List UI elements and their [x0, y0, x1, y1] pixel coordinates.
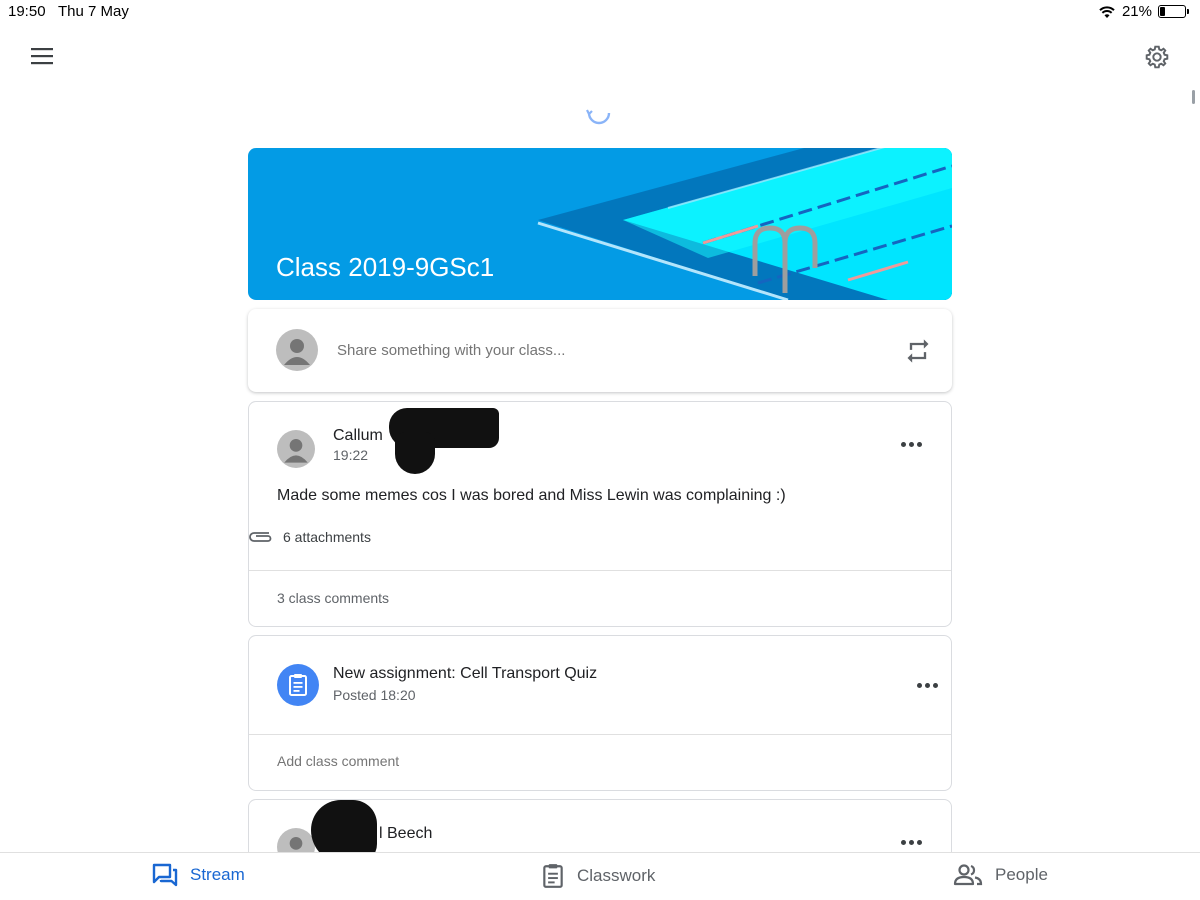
post-author[interactable]: l Beech	[379, 825, 432, 843]
nav-stream-label: Stream	[190, 865, 245, 884]
nav-classwork[interactable]: Classwork	[541, 863, 655, 889]
post-author[interactable]: Callum	[333, 427, 383, 445]
menu-icon	[31, 48, 53, 65]
repost-icon[interactable]	[904, 337, 932, 365]
status-date: Thu 7 May	[58, 3, 129, 20]
user-avatar-icon	[284, 439, 308, 463]
class-banner[interactable]: Class 2019-9GSc1	[248, 148, 952, 300]
status-indicators: 21%	[1098, 3, 1189, 20]
post-options-button[interactable]	[895, 432, 927, 456]
post-card: Callum 19:22 Made some memes cos I was b…	[248, 401, 952, 627]
share-card[interactable]	[248, 309, 952, 392]
status-time: 19:50	[8, 3, 46, 20]
user-avatar-icon	[284, 339, 310, 365]
battery-icon	[1158, 5, 1189, 18]
avatar	[276, 329, 318, 371]
nav-classwork-label: Classwork	[577, 866, 656, 885]
nav-stream[interactable]: Stream	[152, 863, 245, 887]
avatar[interactable]	[277, 430, 315, 468]
assignment-card[interactable]: New assignment: Cell Transport Quiz Post…	[248, 635, 952, 791]
add-class-comment-input[interactable]	[277, 753, 677, 769]
nav-people[interactable]: People	[953, 863, 1048, 887]
battery-percent: 21%	[1121, 3, 1152, 20]
stream-icon	[152, 863, 178, 887]
bottom-navigation: Stream Classwork People	[0, 852, 1200, 900]
post-body: Made some memes cos I was bored and Miss…	[277, 487, 786, 504]
assignment-posted-time: Posted 18:20	[333, 687, 416, 703]
redaction-mark	[395, 432, 435, 474]
divider	[249, 734, 951, 735]
people-icon	[953, 864, 983, 886]
nav-people-label: People	[995, 865, 1048, 884]
paperclip-icon	[249, 532, 272, 542]
class-comments-link[interactable]: 3 class comments	[277, 590, 389, 606]
post-time: 19:22	[333, 447, 369, 463]
menu-button[interactable]	[26, 40, 58, 72]
attachments-link[interactable]: 6 attachments	[249, 529, 371, 545]
status-bar: 19:50 Thu 7 May 21%	[0, 0, 1200, 24]
classwork-icon	[543, 864, 563, 888]
wifi-icon	[1099, 5, 1115, 18]
assignment-title[interactable]: New assignment: Cell Transport Quiz	[333, 665, 597, 683]
class-title[interactable]: Class 2019-9GSc1	[276, 252, 494, 283]
assignment-options-button[interactable]	[911, 673, 943, 697]
share-input[interactable]	[337, 342, 857, 359]
assignment-icon	[289, 674, 307, 696]
settings-button[interactable]	[1140, 40, 1174, 74]
assignment-icon-badge	[277, 664, 319, 706]
post-options-button[interactable]	[895, 830, 927, 854]
scrollbar[interactable]	[1192, 90, 1195, 104]
gear-icon	[1145, 45, 1169, 69]
attachments-count: 6 attachments	[283, 529, 371, 545]
divider	[249, 570, 951, 571]
refresh-spinner-icon	[586, 109, 611, 125]
battery-level	[1160, 7, 1165, 16]
